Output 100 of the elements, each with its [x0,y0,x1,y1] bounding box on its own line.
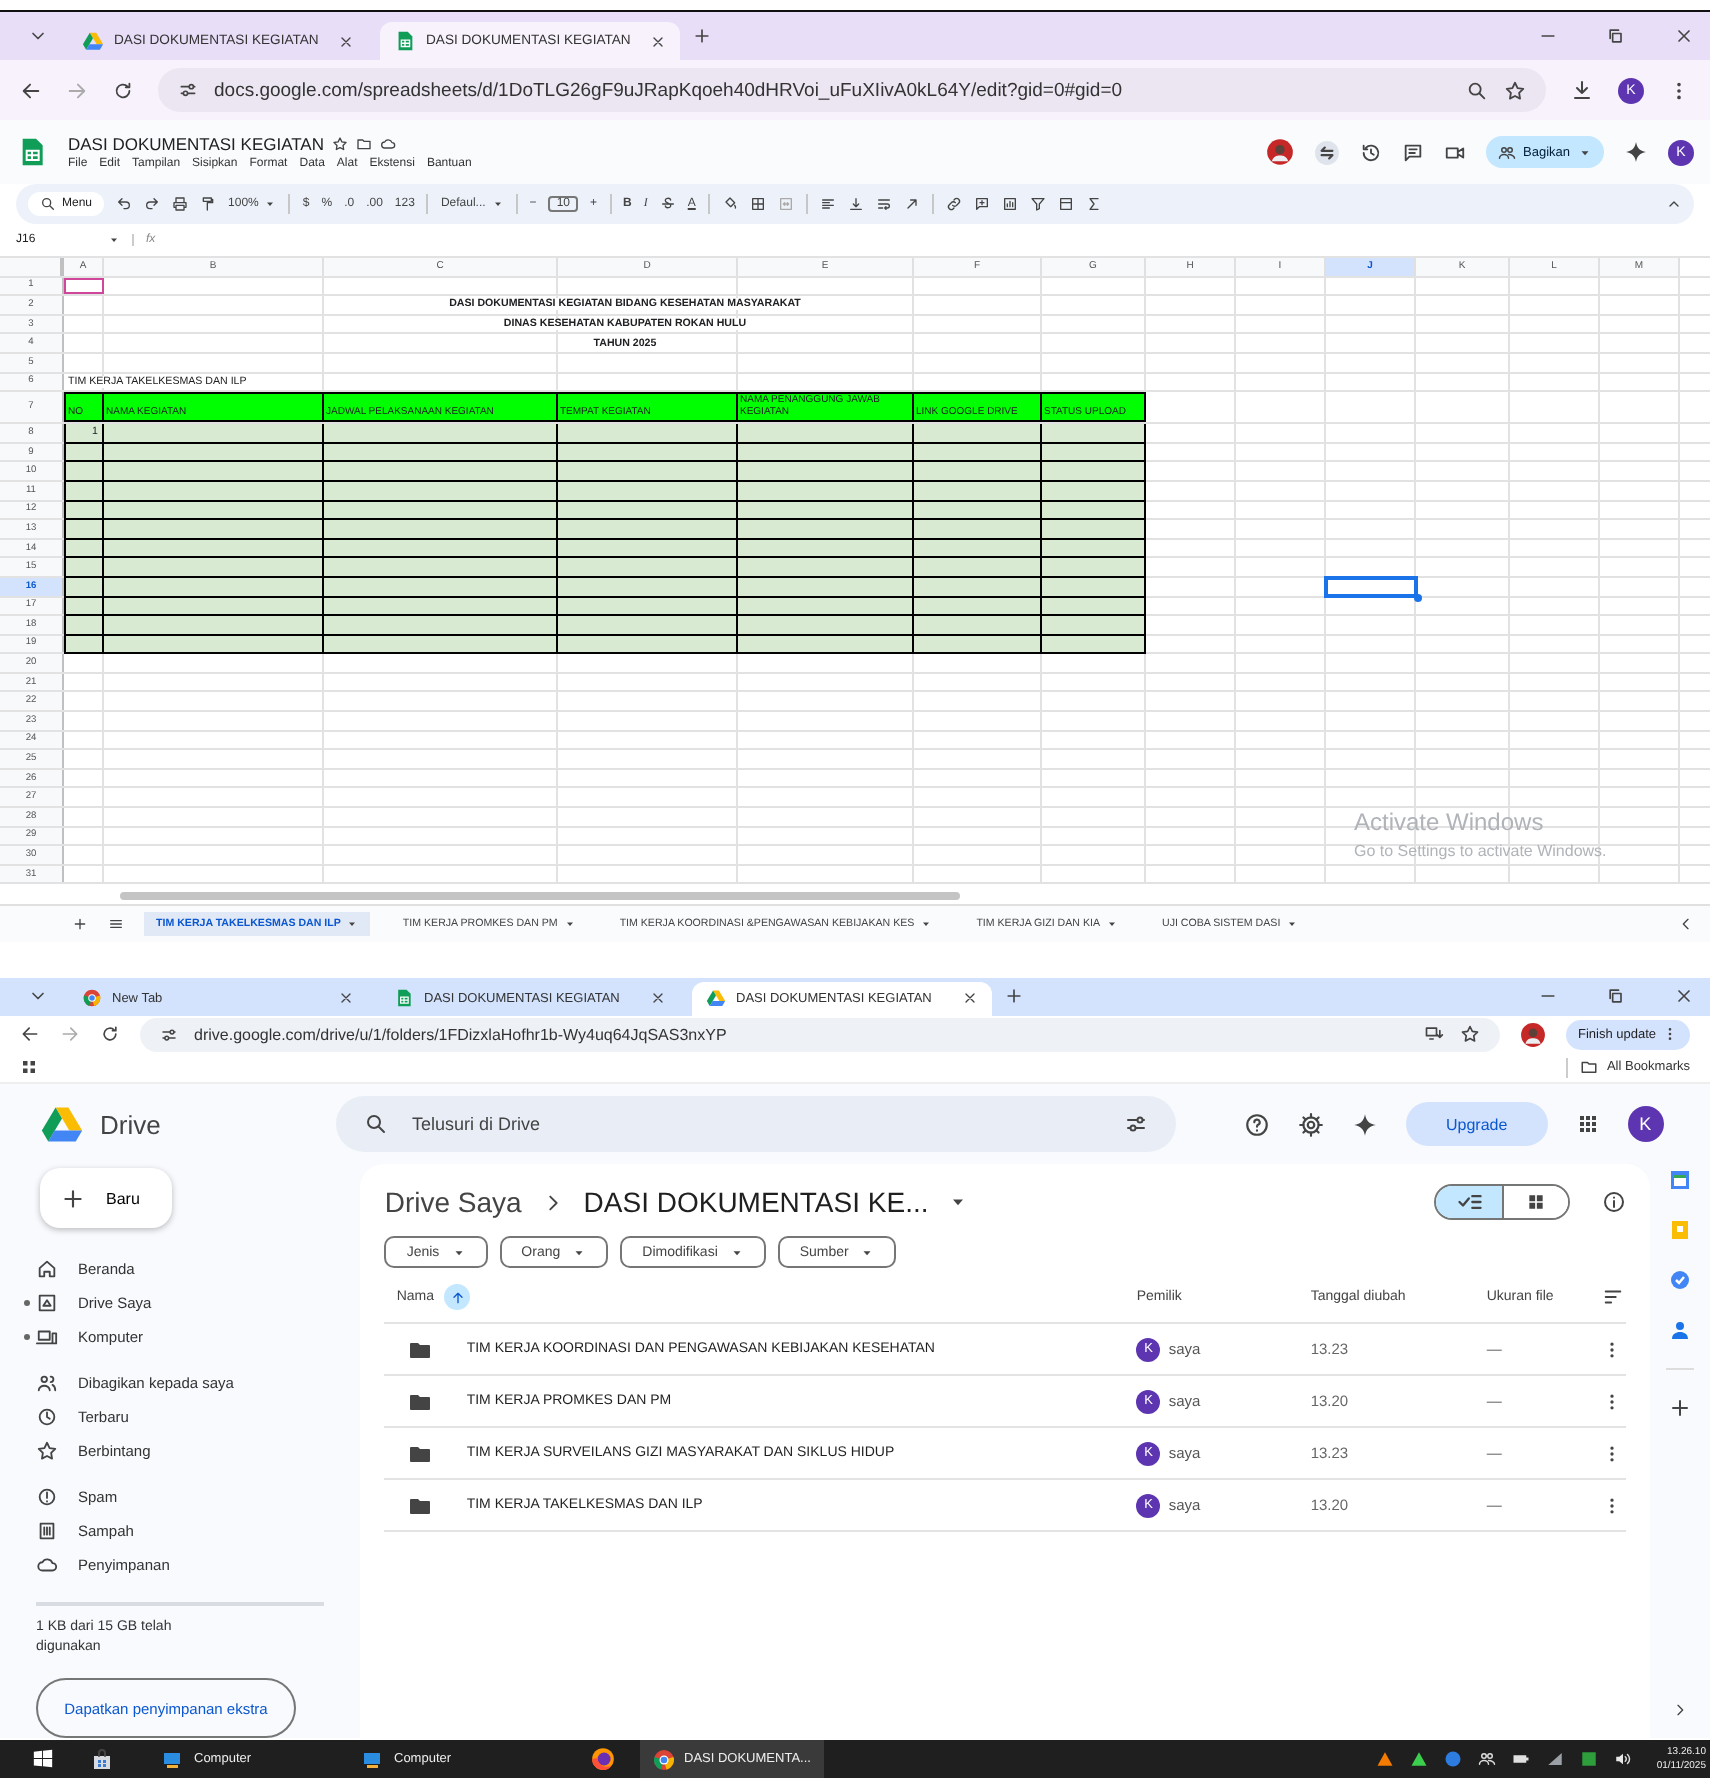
sync-icon[interactable] [1313,139,1339,165]
filter-options-icon[interactable] [1124,1112,1148,1136]
close-icon[interactable] [650,990,666,1007]
drive-logo-icon[interactable] [40,1102,84,1146]
back-icon[interactable] [20,1024,40,1045]
apps-icon[interactable] [1575,1112,1600,1136]
strikethrough-icon[interactable] [659,196,676,212]
restore-icon[interactable] [1606,26,1626,46]
account-avatar[interactable]: K [1627,1106,1664,1142]
history-icon[interactable] [1359,141,1381,163]
filter-icon[interactable] [1029,196,1046,212]
calendar-icon[interactable] [1668,1168,1693,1192]
profile-avatar[interactable] [1519,1021,1546,1048]
star-icon[interactable] [1504,79,1526,101]
close-icon[interactable] [338,33,354,49]
grid-view-button[interactable] [1502,1186,1569,1218]
link-icon[interactable] [945,196,962,212]
download-icon[interactable] [1570,78,1594,102]
star-icon[interactable] [1459,1024,1480,1045]
menu-icon[interactable] [108,916,124,932]
triangle-icon[interactable] [1410,1750,1429,1768]
tray-icon[interactable] [1580,1750,1599,1768]
functions-icon[interactable] [1085,196,1102,212]
expand-panel-icon[interactable] [1672,1702,1689,1718]
address-bar[interactable]: docs.google.com/spreadsheets/d/1DoTLG26gF9uJRapKqoeh40dHRVoi_uFuXIivA0kL64Y/edit?gid=0#gid=0 [158,68,1546,112]
app-name[interactable]: Drive [100,1109,161,1139]
help-icon[interactable] [1244,1111,1270,1137]
table-cell [64,616,104,636]
battery-icon[interactable] [1512,1750,1531,1768]
fill-color-icon[interactable] [721,196,738,212]
contacts-icon[interactable] [1668,1318,1693,1342]
close-icon[interactable] [650,33,666,49]
expand-dot[interactable] [24,1300,30,1306]
close-icon[interactable] [1674,26,1694,46]
align-icon[interactable] [819,196,836,212]
info-icon[interactable] [1602,1190,1627,1214]
install-icon[interactable] [1423,1024,1444,1045]
folder-icon[interactable] [356,136,372,152]
grid-icon [1526,1192,1547,1212]
expand-dot[interactable] [24,1334,30,1340]
video-icon[interactable] [1443,141,1465,163]
chart-icon[interactable] [1001,196,1018,212]
scroll-left-icon[interactable] [1678,916,1694,932]
start-icon[interactable] [32,1748,54,1770]
zoom-icon[interactable] [1466,79,1488,101]
site-settings-icon[interactable] [160,1025,178,1044]
new-button[interactable]: Baru [40,1168,172,1228]
new-tab-icon[interactable] [1004,986,1024,1007]
sparkle-icon[interactable] [1624,140,1648,164]
circle-icon[interactable] [1444,1750,1463,1768]
reload-icon[interactable] [100,1024,120,1045]
table-cell [1042,424,1146,444]
star-icon[interactable] [332,136,348,152]
undo-icon[interactable] [116,196,133,212]
address-bar[interactable]: drive.google.com/drive/u/1/folders/1FDizxlaHofhr1b-Wy4uq64JqSAS3nxYP [140,1017,1500,1052]
caret-icon[interactable] [108,234,120,246]
reload-icon[interactable] [112,79,134,101]
print-icon[interactable] [172,196,189,212]
warning-icon[interactable] [1376,1750,1395,1768]
active-cell[interactable] [1326,577,1416,595]
people-icon[interactable] [1478,1750,1497,1768]
folder-title[interactable]: DASI DOKUMENTASI KE... [583,1186,929,1218]
table-cell [1042,443,1146,463]
add-sheet-icon[interactable] [72,916,88,932]
close-icon[interactable] [338,990,354,1007]
sort-icon[interactable] [1602,1286,1625,1308]
collaborator-avatar[interactable] [1265,138,1293,166]
comment-icon[interactable] [973,196,990,212]
vertical-align-icon[interactable] [847,196,864,212]
list-view-button[interactable] [1436,1186,1503,1218]
wrap-icon[interactable] [875,196,892,212]
caret-icon [264,198,277,210]
search-field[interactable]: Telusuri di Drive [336,1096,1176,1152]
tasks-icon[interactable] [1668,1268,1693,1292]
back-icon[interactable] [20,79,42,101]
apps-icon[interactable] [20,1058,38,1077]
borders-icon[interactable] [749,196,766,212]
paint-format-icon[interactable] [200,196,217,212]
store-icon[interactable] [90,1747,114,1771]
signal-icon[interactable] [1546,1750,1565,1768]
site-settings-icon[interactable] [178,80,198,100]
settings-icon[interactable] [1298,1111,1324,1137]
rotate-icon[interactable] [903,196,920,212]
view-switch[interactable] [1434,1184,1571,1220]
restore-icon[interactable] [1606,986,1626,1007]
volume-icon[interactable] [1614,1750,1633,1768]
close-icon[interactable] [1674,986,1694,1007]
filter-view-icon[interactable] [1057,196,1074,212]
breadcrumb-link[interactable]: Drive Saya [384,1186,522,1218]
close-icon[interactable] [962,990,978,1007]
redo-icon[interactable] [144,196,161,212]
document-title[interactable]: DASI DOKUMENTASI KEGIATAN [68,134,324,154]
add-icon[interactable] [1668,1396,1693,1420]
collapse-icon[interactable] [1666,196,1682,212]
scrollbar[interactable] [120,892,960,900]
firefox-icon[interactable] [590,1746,616,1772]
sparkle-icon[interactable] [1352,1111,1378,1137]
new-tab-icon[interactable] [692,26,712,46]
comment-icon[interactable] [1401,141,1423,163]
upgrade-button[interactable]: Upgrade [1406,1102,1548,1146]
